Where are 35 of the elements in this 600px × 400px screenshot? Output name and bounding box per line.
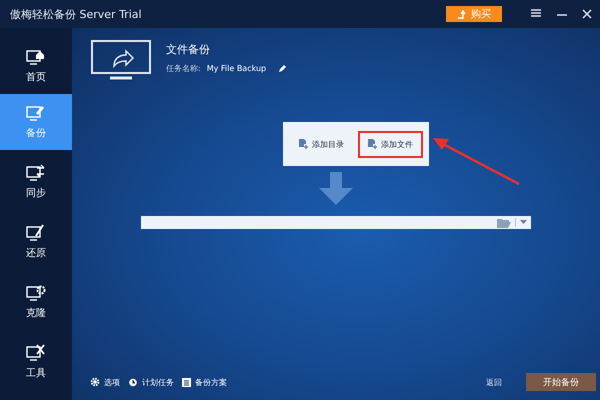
sidebar-item[interactable]: 还原: [0, 214, 72, 270]
footer-link[interactable]: 选项: [90, 376, 120, 388]
sidebar-item[interactable]: 同步: [0, 154, 72, 210]
path-field[interactable]: [141, 216, 531, 229]
sidebar-item[interactable]: 工具: [0, 334, 72, 390]
footer-link[interactable]: 备份方案: [182, 376, 227, 388]
document-plus-icon: [368, 139, 377, 149]
monitor-share-icon: [90, 40, 152, 82]
menu-icon[interactable]: [530, 9, 542, 19]
task-name-label: 任务名称:: [166, 63, 201, 74]
monitor-tools-icon: [26, 344, 46, 362]
window-title: 傲梅轻松备份 Server Trial: [10, 6, 142, 22]
monitor-house-icon: [26, 48, 46, 66]
monitor-gear-icon: [26, 284, 46, 302]
caret-icon[interactable]: [520, 220, 527, 225]
monitor-pencil-icon: [26, 104, 46, 122]
sidebar-item[interactable]: 克隆: [0, 274, 72, 330]
down-arrow-icon: [319, 172, 353, 206]
start-button[interactable]: 开始备份: [526, 373, 596, 391]
menu-item[interactable]: 添加目录: [289, 130, 354, 158]
clipboard-icon: [182, 377, 191, 387]
alarm-clock-icon: [128, 377, 138, 387]
arrow-icon: [457, 10, 467, 18]
page-title: 文件备份: [166, 42, 211, 57]
back-button[interactable]: 返回: [480, 376, 508, 388]
menu-item[interactable]: 添加文件: [358, 130, 423, 158]
settings-icon: [90, 377, 100, 387]
monitor-arrows-icon: [26, 164, 46, 182]
footer-link[interactable]: 计划任务: [128, 376, 174, 388]
document-plus-icon: [299, 139, 308, 149]
task-name: My File Backup: [206, 64, 266, 73]
monitor-brush-icon: [26, 224, 46, 242]
close-icon[interactable]: [582, 9, 592, 19]
sidebar-item[interactable]: 首页: [0, 38, 72, 94]
pencil-icon[interactable]: [278, 64, 288, 73]
